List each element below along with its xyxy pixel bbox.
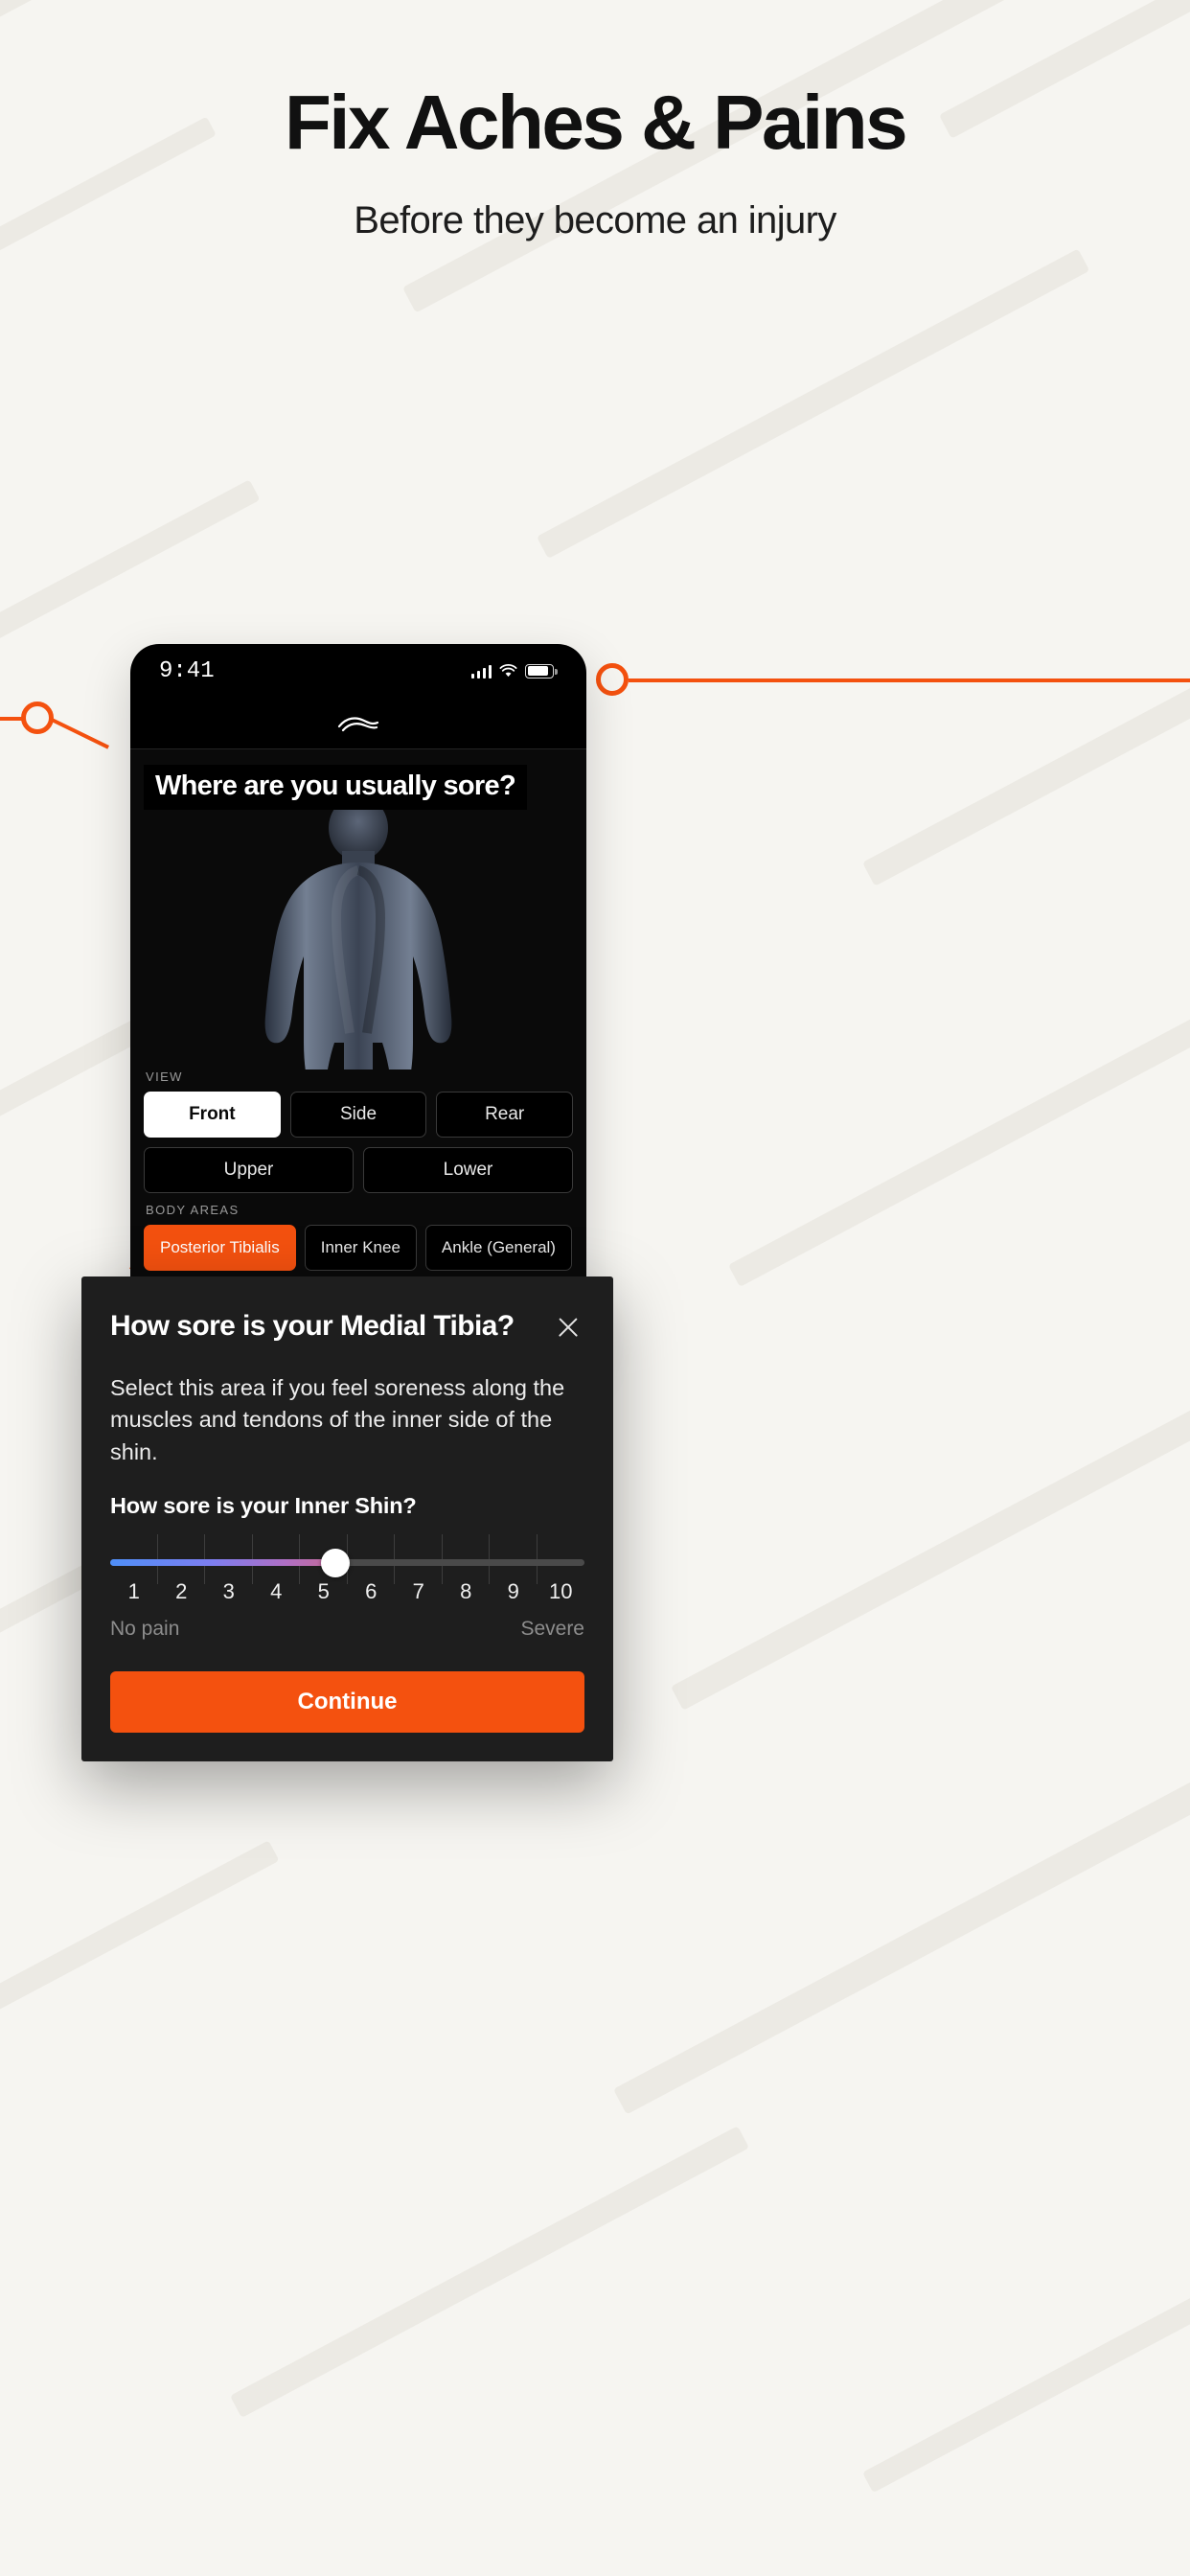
level-option-lower[interactable]: Lower <box>363 1147 573 1193</box>
screenshot-canvas: Fix Aches & Pains Before they become an … <box>0 0 1190 2576</box>
body-areas-label: BODY AREAS <box>146 1203 240 1217</box>
modal-header: How sore is your Medial Tibia? <box>110 1309 584 1344</box>
view-option-rear[interactable]: Rear <box>436 1092 574 1138</box>
battery-icon <box>525 663 558 678</box>
modal-continue-button[interactable]: Continue <box>110 1671 584 1734</box>
pain-slider[interactable]: 1 2 3 4 5 6 7 8 9 10 No pain Severe <box>110 1534 584 1641</box>
connector-node-right <box>596 663 629 696</box>
connector-right <box>586 632 1190 748</box>
wave-logo-icon <box>337 716 379 731</box>
slider-end-labels: No pain Severe <box>110 1618 584 1641</box>
slider-min-label: No pain <box>110 1618 180 1641</box>
app-top-bar <box>130 698 586 749</box>
hero-block: Fix Aches & Pains Before they become an … <box>0 82 1190 242</box>
wifi-icon <box>499 663 517 678</box>
connector-node-left <box>21 702 54 734</box>
level-option-upper[interactable]: Upper <box>144 1147 354 1193</box>
body-areas-chip-list[interactable]: Posterior Tibialis Inner Knee Ankle (Gen… <box>144 1225 573 1271</box>
screen-heading: Where are you usually sore? <box>144 765 527 810</box>
status-clock: 9:41 <box>159 657 215 684</box>
app-screen: Where are you usually sore? VIEW Front S… <box>130 749 586 1365</box>
slider-fill <box>110 1559 336 1567</box>
modal-title: How sore is your Medial Tibia? <box>110 1310 515 1342</box>
status-icons <box>470 663 558 678</box>
body-area-chip-ankle-general[interactable]: Ankle (General) <box>424 1225 572 1271</box>
close-icon[interactable] <box>552 1311 584 1344</box>
page-subtitle: Before they become an injury <box>354 199 836 242</box>
soreness-modal: How sore is your Medial Tibia? Select th… <box>81 1276 613 1762</box>
body-area-chip-posterior-tibialis[interactable]: Posterior Tibialis <box>144 1225 296 1271</box>
cellular-bars-icon <box>470 664 492 678</box>
page-title: Fix Aches & Pains <box>284 80 908 165</box>
body-area-chip-inner-knee[interactable]: Inner Knee <box>304 1225 417 1271</box>
phone-mockup: 9:41 Where are you usually sore? VIEW Fr… <box>130 644 586 1365</box>
view-label: VIEW <box>146 1070 183 1084</box>
status-bar: 9:41 <box>130 644 586 698</box>
view-option-front[interactable]: Front <box>144 1092 281 1138</box>
slider-max-label: Severe <box>520 1618 584 1641</box>
view-segmented-control: Front Side Rear <box>144 1092 574 1138</box>
modal-description: Select this area if you feel soreness al… <box>110 1375 565 1464</box>
level-segmented-control: Upper Lower <box>144 1147 573 1193</box>
view-option-side[interactable]: Side <box>289 1092 427 1138</box>
modal-question: How sore is your Inner Shin? <box>110 1493 417 1519</box>
slider-track[interactable] <box>110 1548 584 1577</box>
slider-thumb[interactable] <box>321 1548 351 1577</box>
